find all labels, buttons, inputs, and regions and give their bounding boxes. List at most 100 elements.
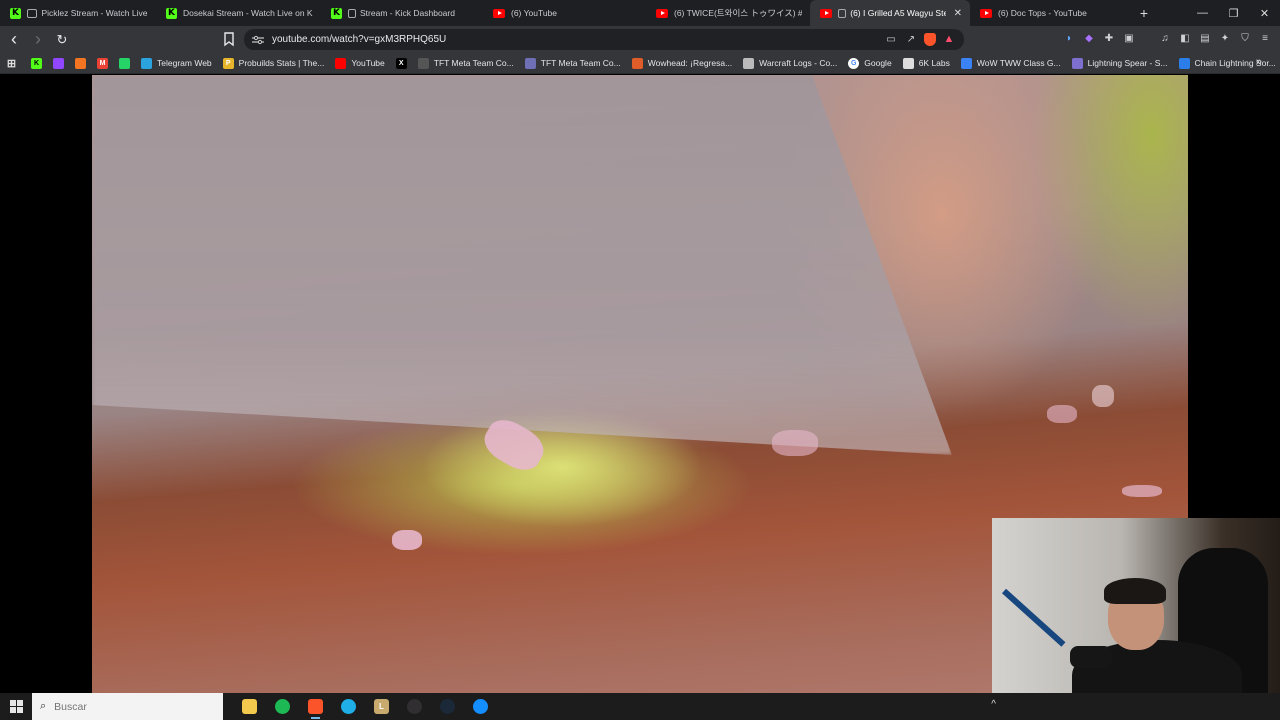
brave-icon (308, 699, 323, 714)
wallet-icon[interactable]: ▤ (1198, 31, 1212, 45)
bookmark-item[interactable] (75, 57, 86, 69)
brave-shields-icon[interactable] (924, 32, 936, 46)
tab-twice[interactable]: (6) TWICE(트와이스 トゥワイス) #2 - FA (646, 0, 810, 26)
bookmark-item[interactable]: M (97, 57, 108, 69)
url-input[interactable] (272, 34, 832, 45)
crunchyroll-icon (75, 57, 86, 69)
bookmark-page-icon[interactable] (222, 31, 236, 47)
youtube-icon (493, 8, 505, 18)
minimize-button[interactable]: — (1187, 0, 1218, 26)
divider-icon (1142, 31, 1152, 45)
onion-piece (1092, 385, 1114, 407)
bookmark-item[interactable]: TFT Meta Team Co... (417, 57, 514, 69)
taskbar-app[interactable] (398, 693, 431, 720)
bookmark-label: 6K Labs (918, 58, 950, 68)
bookmark-label: Lightning Spear - S... (1087, 58, 1168, 68)
spotify-icon (275, 699, 290, 714)
search-input[interactable] (54, 700, 205, 713)
ai-assistant-icon[interactable]: ◗ (1062, 31, 1076, 45)
taskbar-app[interactable] (431, 693, 464, 720)
reload-button[interactable]: ↻ (52, 30, 72, 50)
kick-icon: K (166, 7, 177, 19)
start-button[interactable] (0, 693, 32, 720)
menu-icon[interactable]: ≡ (1258, 31, 1272, 45)
close-window-button[interactable]: ✕ (1249, 0, 1280, 26)
bookmark-item[interactable]: Telegram Web (141, 57, 212, 69)
tab-dosekai[interactable]: K Dosekai Stream - Watch Live on Kick (156, 0, 321, 26)
wowhead-icon (631, 57, 643, 69)
taskbar-app[interactable] (233, 693, 266, 720)
tab-wagyu-steak[interactable]: (6) I Grilled A5 Wagyu Steak ✕ (810, 0, 970, 26)
bookmark-item[interactable] (53, 57, 64, 69)
new-tab-button[interactable]: + (1130, 0, 1158, 26)
tray-overflow-icon[interactable]: ^ (991, 699, 996, 710)
obs-icon (407, 699, 422, 714)
kick-icon: K (31, 57, 42, 69)
bookmark-item[interactable]: Warcraft Logs - Co... (743, 57, 838, 69)
steam-icon (440, 699, 455, 714)
bookmark-item[interactable]: TFT Meta Team Co... (524, 57, 621, 69)
bookmark-item[interactable]: YouTube (335, 57, 385, 69)
screenshot-icon[interactable]: ▣ (1122, 31, 1136, 45)
twitch-extension-icon[interactable]: ◆ (1082, 31, 1096, 45)
onion-piece (1122, 485, 1162, 497)
bookmark-item[interactable]: 6K Labs (902, 57, 950, 69)
bookmark-label: Warcraft Logs - Co... (759, 58, 838, 68)
apps-grid-icon[interactable]: ⊞ (6, 58, 17, 70)
address-bar[interactable]: ▭ ↗ ▲ (244, 29, 964, 50)
restore-button[interactable]: ❐ (1218, 0, 1249, 26)
tab-youtube-home[interactable]: (6) YouTube (483, 0, 646, 26)
pinned-apps: L (233, 693, 497, 720)
extensions-area: ◗ ◆ ✚ ▣ ♫ ◧ ▤ ✦ ⛉ ≡ (1062, 31, 1272, 45)
chain-lightning-icon (1178, 57, 1190, 69)
file-explorer-icon (242, 699, 257, 714)
tab-label: (6) TWICE(트와이스 トゥワイス) #2 - FA (674, 8, 802, 18)
tab-picklez[interactable]: K Picklez Stream - Watch Live on K (0, 0, 156, 26)
bookmark-label: TFT Meta Team Co... (540, 58, 621, 68)
taskbar-search[interactable]: ⌕ (32, 693, 223, 720)
forward-button[interactable]: › (28, 29, 48, 50)
muted-speaker-icon[interactable] (838, 8, 847, 18)
taskbar-app[interactable] (266, 693, 299, 720)
bookmark-label: Wowhead: ¡Regresa... (647, 58, 733, 68)
tab-label: (6) I Grilled A5 Wagyu Steak (850, 8, 945, 18)
window-controls: — ❐ ✕ (1187, 0, 1280, 26)
url-actions: ▭ ↗ ▲ (884, 32, 956, 46)
tab-doc-tops[interactable]: (6) Doc Tops - YouTube (970, 0, 1130, 26)
brave-rewards-icon[interactable]: ▲ (942, 32, 956, 46)
taskbar-app[interactable]: L (365, 693, 398, 720)
bookmarks-overflow-icon[interactable]: » (1256, 56, 1262, 68)
close-tab-icon[interactable]: ✕ (954, 8, 962, 19)
share-icon[interactable]: ↗ (904, 32, 918, 46)
bookmark-list: K M Telegram Web P Probuilds Stats | The... Y… (31, 57, 1280, 69)
back-button[interactable]: ‹ (4, 29, 24, 50)
taskbar-app[interactable] (299, 693, 332, 720)
cast-icon[interactable]: ▭ (884, 32, 898, 46)
media-icon[interactable]: ♫ (1158, 31, 1172, 45)
vpn-icon[interactable]: ⛉ (1238, 31, 1252, 45)
tactics-icon (524, 57, 536, 69)
bookmark-item[interactable]: P Probuilds Stats | The... (222, 57, 324, 69)
telegram-icon (141, 57, 152, 69)
taskbar-app[interactable] (332, 693, 365, 720)
muted-speaker-icon[interactable] (348, 8, 356, 18)
bookmark-item[interactable]: G Google (848, 57, 892, 69)
webcam-overlay (992, 518, 1280, 693)
kick-icon: K (10, 7, 21, 19)
sidebar-icon[interactable]: ◧ (1178, 31, 1192, 45)
bookmark-item[interactable] (119, 57, 130, 69)
taskbar-app[interactable] (464, 693, 497, 720)
extensions-puzzle-icon[interactable]: ✚ (1102, 31, 1116, 45)
bookmark-item[interactable]: X (395, 57, 407, 69)
tab-kick-dashboard[interactable]: K Stream - Kick Dashboard (321, 0, 483, 26)
muted-speaker-icon[interactable] (27, 8, 38, 18)
leo-icon[interactable]: ✦ (1218, 31, 1232, 45)
streamer-hair (1104, 578, 1166, 604)
bookmark-item[interactable]: Wowhead: ¡Regresa... (631, 57, 733, 69)
bookmark-item[interactable]: WoW TWW Class G... (960, 57, 1061, 69)
tab-label: (6) YouTube (511, 8, 557, 18)
bookmark-item[interactable]: Lightning Spear - S... (1071, 57, 1168, 69)
bookmark-item[interactable]: K (31, 57, 42, 69)
site-settings-icon[interactable] (252, 35, 264, 45)
browser-toolbar: ‹ › ↻ ▭ ↗ ▲ ◗ ◆ ✚ ▣ ♫ ◧ ▤ ✦ ⛉ ≡ (0, 26, 1280, 53)
